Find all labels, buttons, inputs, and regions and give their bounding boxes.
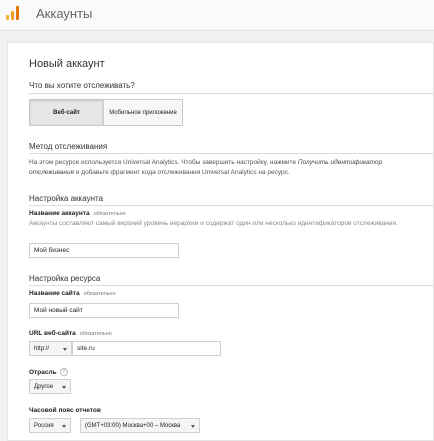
caret-down-icon: [191, 425, 195, 428]
site-name-label: Название сайта обязательно: [29, 290, 116, 297]
track-mobile-app-button[interactable]: Мобильное приложение: [103, 99, 183, 126]
required-badge: обязательно: [83, 291, 116, 297]
site-url-input[interactable]: site.ru: [72, 341, 221, 356]
timezone-dropdown[interactable]: (GMT+03:00) Москва+00 – Москва: [80, 418, 200, 433]
country-dropdown[interactable]: Россия: [29, 418, 71, 433]
method-description: На этом ресурсе используется Universal A…: [29, 159, 383, 176]
industry-label: Отрасль?: [29, 368, 68, 376]
account-name-input[interactable]: Мой бизнес: [29, 243, 179, 258]
account-section-title: Настройка аккаунта: [29, 194, 104, 203]
timezone-label: Часовой пояс отчетов: [29, 407, 101, 414]
analytics-logo-icon[interactable]: [6, 6, 20, 20]
divider: [29, 153, 434, 154]
form-title: Новый аккаунт: [29, 58, 105, 70]
question-circle-icon[interactable]: ?: [59, 368, 68, 376]
required-badge: обязательно: [79, 331, 112, 337]
divider: [29, 285, 434, 286]
account-name-label: Название аккаунта обязательно: [29, 210, 126, 217]
track-website-button[interactable]: Веб-сайт: [29, 99, 104, 126]
divider: [29, 93, 434, 94]
industry-dropdown[interactable]: Другое: [29, 379, 71, 394]
top-bar: Аккаунты: [0, 0, 434, 31]
new-account-panel: Новый аккаунт Что вы хотите отслеживать?…: [7, 42, 434, 441]
account-name-hint: Аккаунты составляют самый верхний уровен…: [29, 220, 398, 227]
required-badge: обязательно: [93, 211, 126, 217]
caret-down-icon: [62, 425, 66, 428]
track-question: Что вы хотите отслеживать?: [29, 81, 135, 90]
caret-down-icon: [62, 386, 66, 389]
protocol-dropdown[interactable]: http://: [29, 341, 72, 356]
method-section-title: Метод отслеживания: [29, 142, 108, 151]
page-title: Аккаунты: [36, 6, 93, 21]
site-name-input[interactable]: Мой новый сайт: [29, 303, 179, 318]
site-url-label: URL веб-сайта обязательно: [29, 330, 112, 337]
caret-down-icon: [63, 348, 67, 351]
property-section-title: Настройка ресурса: [29, 274, 101, 283]
divider: [29, 205, 434, 206]
